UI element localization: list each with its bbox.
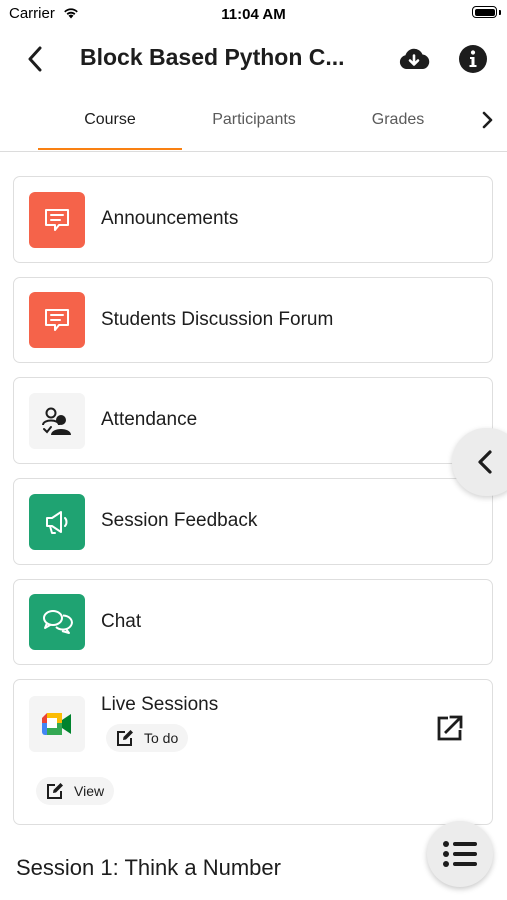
tabs-next-button[interactable]	[475, 108, 499, 132]
chat-bubbles-icon	[29, 594, 85, 650]
view-chip[interactable]: View	[36, 777, 115, 805]
activity-attendance[interactable]: Attendance	[13, 377, 493, 464]
activity-live-sessions[interactable]: Live Sessions To do View	[13, 679, 493, 825]
tab-grades[interactable]: Grades	[326, 100, 470, 150]
chevron-left-icon	[28, 46, 42, 72]
download-course-button[interactable]	[395, 42, 433, 76]
open-external-button[interactable]	[432, 710, 468, 746]
status-bar: Carrier 11:04 AM	[0, 0, 507, 30]
course-info-button[interactable]	[456, 42, 490, 76]
forum-icon	[29, 292, 85, 348]
info-icon	[459, 45, 487, 73]
back-button[interactable]	[18, 42, 52, 76]
tab-course[interactable]: Course	[38, 100, 182, 150]
chevron-left-icon	[478, 450, 492, 474]
activity-announcements[interactable]: Announcements	[13, 176, 493, 263]
activity-label: Session Feedback	[101, 510, 258, 531]
google-meet-icon	[29, 696, 85, 752]
clock: 11:04 AM	[221, 6, 286, 23]
megaphone-icon	[29, 494, 85, 550]
view-label: View	[74, 783, 105, 799]
chevron-right-icon	[482, 111, 493, 129]
attendance-icon	[29, 393, 85, 449]
activity-label: Attendance	[101, 409, 198, 430]
edit-icon	[117, 730, 133, 746]
todo-chip[interactable]: To do	[106, 724, 189, 752]
battery-tip	[499, 10, 501, 15]
app-header: Block Based Python C...	[0, 30, 507, 88]
activity-label: Live Sessions	[101, 694, 219, 715]
activity-label: Announcements	[101, 208, 239, 229]
activity-chat[interactable]: Chat	[13, 579, 493, 665]
activity-label: Students Discussion Forum	[101, 309, 334, 330]
activity-discussion-forum[interactable]: Students Discussion Forum	[13, 277, 493, 363]
activity-label: Chat	[101, 611, 142, 632]
battery-icon	[472, 6, 497, 18]
tab-participants[interactable]: Participants	[182, 100, 326, 150]
course-index-button[interactable]	[427, 821, 493, 887]
todo-label: To do	[144, 730, 179, 746]
activity-session-feedback[interactable]: Session Feedback	[13, 478, 493, 565]
cloud-download-icon	[399, 48, 430, 69]
course-tabs: Course Participants Grades	[0, 100, 507, 152]
forum-icon	[29, 192, 85, 248]
page-title: Block Based Python C...	[80, 44, 345, 70]
edit-icon	[47, 783, 63, 799]
list-icon	[443, 841, 477, 867]
section-title: Session 1: Think a Number	[16, 855, 281, 880]
external-link-icon	[437, 715, 463, 741]
